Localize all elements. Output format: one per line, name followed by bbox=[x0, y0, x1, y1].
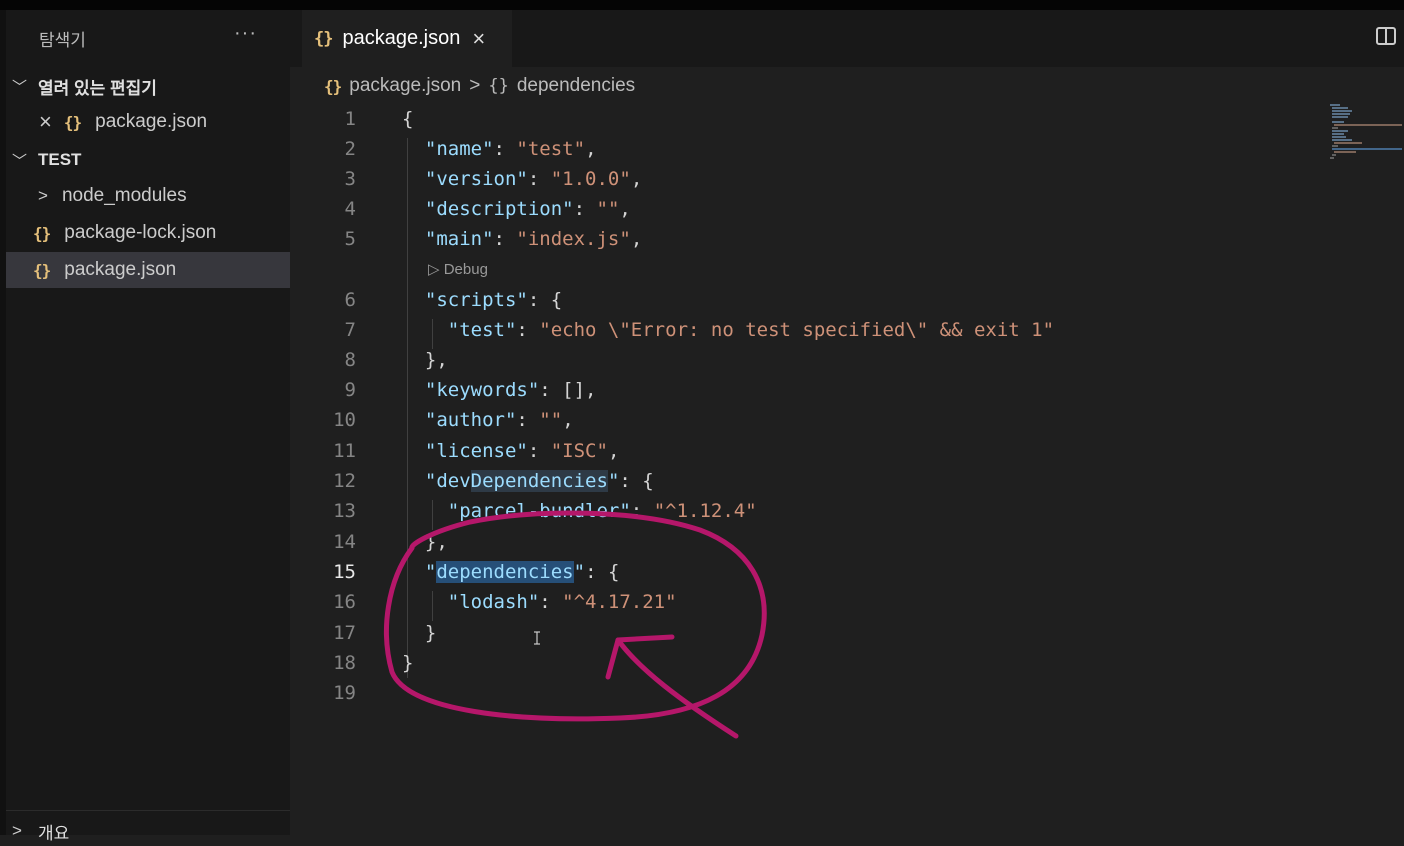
explorer-title: 탐색기 bbox=[39, 31, 86, 50]
line-number: 10 bbox=[333, 409, 356, 431]
project-folder-title: TEST bbox=[38, 150, 82, 169]
close-icon[interactable]: × bbox=[39, 109, 52, 135]
open-editor-label: package.json bbox=[95, 111, 208, 132]
code-line[interactable]: "author": "", bbox=[402, 409, 574, 431]
debug-codelens[interactable]: ▷ Debug bbox=[428, 260, 488, 278]
breadcrumb-separator-icon: > bbox=[469, 75, 481, 96]
chevron-down-icon: ﹀ bbox=[12, 152, 28, 170]
code-line[interactable]: "name": "test", bbox=[402, 138, 597, 160]
line-number: 19 bbox=[333, 682, 356, 704]
line-number-current: 15 bbox=[333, 561, 356, 583]
code-line[interactable]: "parcel-bundler": "^1.12.4" bbox=[402, 500, 757, 522]
line-number: 3 bbox=[344, 168, 356, 190]
line-number: 1 bbox=[344, 108, 356, 130]
code-line-current[interactable]: "dependencies": { bbox=[402, 561, 619, 583]
tree-item-package-json[interactable]: {} package.json bbox=[6, 252, 290, 288]
explorer-sidebar: 탐색기 ··· ﹀ 열려 있는 편집기 × {} package.json ﹀ … bbox=[0, 10, 290, 843]
divider bbox=[6, 810, 290, 811]
project-folder-header[interactable]: ﹀ TEST bbox=[12, 145, 81, 175]
selected-text: dependencies bbox=[436, 561, 574, 583]
open-editors-header[interactable]: ﹀ 열려 있는 편집기 bbox=[12, 71, 157, 101]
line-number: 9 bbox=[344, 379, 356, 401]
code-line[interactable]: "version": "1.0.0", bbox=[402, 168, 642, 190]
tree-item-label: node_modules bbox=[61, 185, 187, 206]
line-number: 11 bbox=[333, 440, 356, 462]
code-line[interactable]: "main": "index.js", bbox=[402, 228, 642, 250]
code-line[interactable]: "devDependencies": { bbox=[402, 470, 654, 492]
tree-item-node-modules[interactable]: > node_modules bbox=[6, 178, 290, 214]
close-icon[interactable]: × bbox=[472, 26, 485, 52]
open-editors-title: 열려 있는 편집기 bbox=[38, 78, 157, 98]
line-number: 2 bbox=[344, 138, 356, 160]
line-number: 17 bbox=[333, 622, 356, 644]
top-bar bbox=[0, 0, 1404, 10]
object-symbol-icon: {} bbox=[488, 76, 509, 96]
code-line[interactable]: } bbox=[402, 652, 413, 674]
breadcrumb-file[interactable]: package.json bbox=[349, 75, 461, 97]
line-number: 5 bbox=[344, 228, 356, 250]
code-line[interactable]: { bbox=[402, 108, 413, 130]
tree-item-label: package-lock.json bbox=[64, 222, 217, 243]
tab-package-json[interactable]: {} package.json × bbox=[302, 10, 512, 67]
code-line[interactable]: "license": "ISC", bbox=[402, 440, 620, 462]
json-file-icon: {} bbox=[63, 112, 82, 132]
line-number: 14 bbox=[333, 531, 356, 553]
editor-area: {} package.json × {} package.json > {} d… bbox=[290, 10, 1404, 835]
code-line[interactable]: }, bbox=[402, 349, 448, 371]
chevron-right-icon: > bbox=[38, 186, 48, 205]
json-file-icon: {} bbox=[314, 28, 334, 49]
line-number: 7 bbox=[344, 319, 356, 341]
code-line[interactable]: }, bbox=[402, 531, 448, 553]
line-number: 6 bbox=[344, 289, 356, 311]
line-number: 12 bbox=[333, 470, 356, 492]
breadcrumb: {} package.json > {} dependencies bbox=[324, 72, 635, 100]
tab-bar: {} package.json × bbox=[290, 10, 1404, 67]
code-line[interactable]: "test": "echo \"Error: no test specified… bbox=[402, 319, 1054, 341]
code-line[interactable]: "keywords": [], bbox=[402, 379, 597, 401]
chevron-right-icon: > bbox=[12, 821, 22, 840]
line-number: 18 bbox=[333, 652, 356, 674]
activity-bar-edge bbox=[0, 10, 6, 835]
json-file-icon: {} bbox=[324, 76, 342, 96]
json-file-icon: {} bbox=[33, 260, 51, 280]
minimap[interactable] bbox=[1326, 102, 1404, 172]
line-number: 8 bbox=[344, 349, 356, 371]
line-number: 13 bbox=[333, 500, 356, 522]
code-line[interactable]: "scripts": { bbox=[402, 289, 562, 311]
outline-header[interactable]: > 개요 bbox=[12, 816, 69, 846]
chevron-down-icon: ﹀ bbox=[12, 78, 28, 96]
code-line[interactable]: "lodash": "^4.17.21" bbox=[402, 591, 677, 613]
breadcrumb-symbol[interactable]: dependencies bbox=[517, 75, 635, 97]
tree-item-package-lock-json[interactable]: {} package-lock.json bbox=[6, 215, 290, 251]
open-editor-item[interactable]: × {} package.json bbox=[6, 104, 290, 140]
code-line[interactable]: "description": "", bbox=[402, 198, 631, 220]
line-number: 16 bbox=[333, 591, 356, 613]
tree-item-label: package.json bbox=[64, 259, 177, 280]
json-file-icon: {} bbox=[33, 223, 51, 243]
outline-title: 개요 bbox=[38, 823, 70, 843]
split-editor-icon[interactable] bbox=[1376, 27, 1396, 45]
line-number: 4 bbox=[344, 198, 356, 220]
tab-label: package.json bbox=[342, 27, 461, 49]
more-actions-icon[interactable]: ··· bbox=[234, 22, 257, 45]
code-line[interactable]: } bbox=[402, 622, 436, 644]
